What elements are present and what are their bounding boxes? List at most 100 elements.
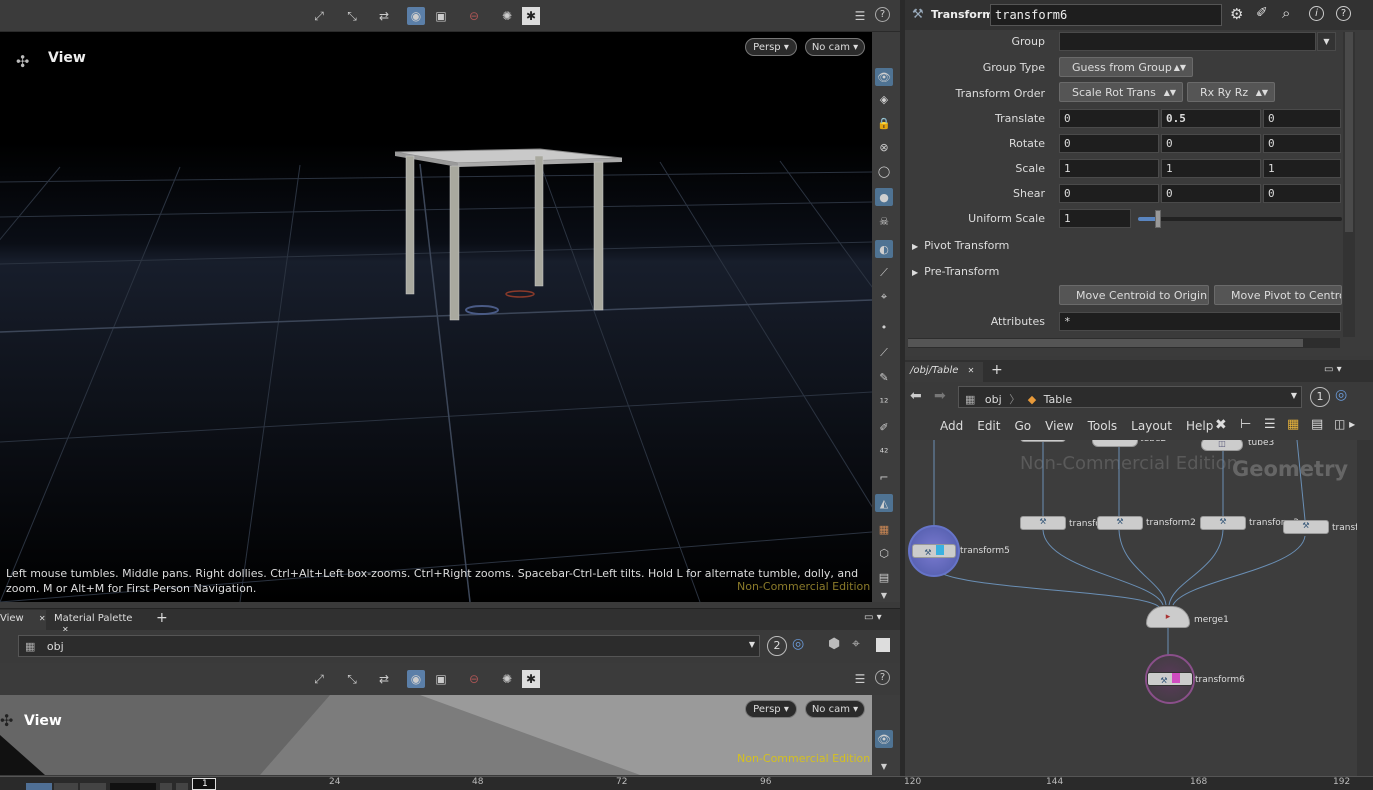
tube3-node[interactable]: ◫ <box>1201 440 1243 451</box>
close-icon[interactable]: ✕ <box>39 614 46 623</box>
scale-x[interactable]: 1 <box>1059 159 1159 178</box>
translate-z[interactable]: 0 <box>1263 109 1341 128</box>
search-icon[interactable]: ⌕ <box>1282 4 1290 22</box>
display-options-icon[interactable]: ☰ <box>851 7 869 25</box>
lock-icon[interactable]: 🔒 <box>875 114 893 132</box>
more-icon[interactable]: ◫ ▸ <box>1334 417 1355 431</box>
chevron-down-icon-2[interactable]: ▼ <box>1291 391 1297 400</box>
chevron-down-icon[interactable]: ▼ <box>749 640 755 649</box>
network-path-obj[interactable]: obj <box>985 393 1002 406</box>
uniform-scale-handle[interactable] <box>1155 210 1161 228</box>
stop-icon-2[interactable]: ⊖ <box>465 670 483 688</box>
uniform-scale-field[interactable]: 1 <box>1059 209 1131 228</box>
network-vscroll[interactable] <box>1357 440 1373 776</box>
stop-icon[interactable]: ⊖ <box>465 7 483 25</box>
tree-icon[interactable]: ⊢ <box>1240 417 1251 432</box>
transform-tool-icon[interactable]: ⇄ <box>375 7 393 25</box>
visibility-icon-2[interactable]: 👁 <box>875 730 893 748</box>
geo-icon[interactable]: ⬢ <box>828 636 840 652</box>
close-icon[interactable]: ✕ <box>968 366 975 375</box>
add-tab-icon[interactable]: + <box>156 610 168 626</box>
translate-x[interactable]: 0 <box>1059 109 1159 128</box>
normals-icon[interactable]: ⟋ <box>875 264 893 282</box>
attributes-field[interactable]: * <box>1059 312 1341 331</box>
transform5-node[interactable]: ⚒ <box>912 544 956 558</box>
transform-order-menu[interactable]: Scale Rot Trans ▲▼ <box>1059 82 1183 102</box>
transform6-node[interactable]: ⚒ <box>1147 672 1193 686</box>
network-path-field[interactable]: ▦ obj 〉 ◆ Table ▼ <box>958 386 1302 408</box>
playback-buttons[interactable] <box>0 783 190 790</box>
camera-view-icon[interactable]: ◉ <box>407 7 425 25</box>
image-icon[interactable]: ▤ <box>875 568 893 586</box>
transform1-node[interactable]: ⚒ <box>1020 516 1066 530</box>
menu-view[interactable]: View <box>1045 419 1073 439</box>
scale-z[interactable]: 1 <box>1263 159 1341 178</box>
link-icon[interactable]: ◎ <box>792 636 804 652</box>
node-name-input[interactable] <box>990 4 1222 26</box>
light-icon[interactable]: ● <box>875 188 893 206</box>
shear-y[interactable]: 0 <box>1161 184 1261 203</box>
move-centroid-button[interactable]: Move Centroid to Origin <box>1059 285 1209 305</box>
shear-x[interactable]: 0 <box>1059 184 1159 203</box>
wrench-icon[interactable]: ✖ <box>1215 417 1227 433</box>
square-icon[interactable] <box>876 638 890 652</box>
help-icon[interactable]: ? <box>875 7 890 22</box>
rotate-y[interactable]: 0 <box>1161 134 1261 153</box>
move-tool-icon[interactable]: ⤡ <box>343 7 361 25</box>
group-dropdown-icon[interactable]: ▼ <box>1317 32 1336 51</box>
camera-icon[interactable]: ⌖ <box>875 288 893 306</box>
menu-go[interactable]: Go <box>1014 419 1031 439</box>
ghost-icon[interactable]: ◭ <box>875 494 893 512</box>
pin-badge[interactable]: 2 <box>767 636 787 656</box>
visibility-icon[interactable]: 👁 <box>875 68 893 86</box>
snapshot-icon-2[interactable]: ▣ <box>432 670 450 688</box>
info-icon[interactable]: i <box>1309 6 1324 21</box>
menu-edit[interactable]: Edit <box>977 419 1000 439</box>
group-field[interactable] <box>1059 32 1316 51</box>
number-42-icon[interactable]: ⁴² <box>875 443 893 461</box>
snapshot-icon[interactable]: ▣ <box>432 7 450 25</box>
shading-icon[interactable]: ◐ <box>875 240 893 258</box>
angle-icon[interactable]: ⌐ <box>875 468 893 486</box>
rotate-x[interactable]: 0 <box>1059 134 1159 153</box>
pre-transform-section[interactable]: ▶ Pre-Transform <box>912 265 999 278</box>
scale-y[interactable]: 1 <box>1161 159 1261 178</box>
render-icon-2[interactable]: ✺ <box>498 670 516 688</box>
skull-icon[interactable]: ☠ <box>875 212 893 230</box>
select-tool-icon-2[interactable]: ⤢ <box>310 670 328 688</box>
merge1-node[interactable]: ▸ <box>1146 606 1190 628</box>
move-pivot-button[interactable]: Move Pivot to Centroid <box>1214 285 1342 305</box>
rotate-z[interactable]: 0 <box>1263 134 1341 153</box>
path-field[interactable]: ▦ obj ▼ <box>18 635 760 657</box>
brush-icon[interactable]: ✐ <box>875 418 893 436</box>
pane-menu-icon-2[interactable]: ▭ ▾ <box>1324 364 1342 375</box>
pen-icon[interactable]: ✎ <box>875 368 893 386</box>
select-tool-icon[interactable]: ⤢ <box>310 7 328 25</box>
persp-menu[interactable]: Persp ▾ <box>745 38 797 56</box>
scroll-down-icon[interactable]: ▼ <box>875 586 893 604</box>
tube2-node[interactable] <box>1092 440 1138 447</box>
network-link-icon[interactable]: ◎ <box>1335 387 1347 403</box>
tab-material-palette[interactable]: Material Palette ✕ <box>48 610 148 634</box>
number-12-icon[interactable]: ¹² <box>875 393 893 411</box>
add-tab-icon-2[interactable]: + <box>991 362 1003 378</box>
brush-icon[interactable]: ✐ <box>1256 5 1268 21</box>
transform2-node[interactable]: ⚒ <box>1097 516 1143 530</box>
menu-help[interactable]: Help <box>1186 419 1213 439</box>
tube1-node[interactable] <box>1020 440 1066 442</box>
current-frame[interactable]: 1 <box>192 778 216 790</box>
network-pin-badge[interactable]: 1 <box>1310 387 1330 407</box>
menu-tools[interactable]: Tools <box>1088 419 1118 439</box>
display-options-icon-2[interactable]: ☰ <box>851 670 869 688</box>
checker-icon[interactable]: ▦ <box>875 520 893 538</box>
table-icon[interactable]: ▤ <box>1311 417 1323 432</box>
gear-icon[interactable]: ⚙ <box>1230 5 1243 23</box>
geo-options-icon[interactable]: ⌖ <box>852 636 860 652</box>
bottom-viewport[interactable]: ✣ View Persp ▾ No cam ▾ Non-Commercial E… <box>0 695 872 775</box>
camera-view-icon-2[interactable]: ◉ <box>407 670 425 688</box>
translate-y[interactable]: 0.5 <box>1161 109 1261 128</box>
forward-arrow-icon[interactable]: ➡ <box>934 388 946 404</box>
menu-add[interactable]: Add <box>940 419 963 439</box>
top-viewport[interactable]: ✣ View Persp ▾ No cam ▾ Left mouse tumbl… <box>0 32 872 602</box>
transform3-node[interactable]: ⚒ <box>1200 516 1246 530</box>
